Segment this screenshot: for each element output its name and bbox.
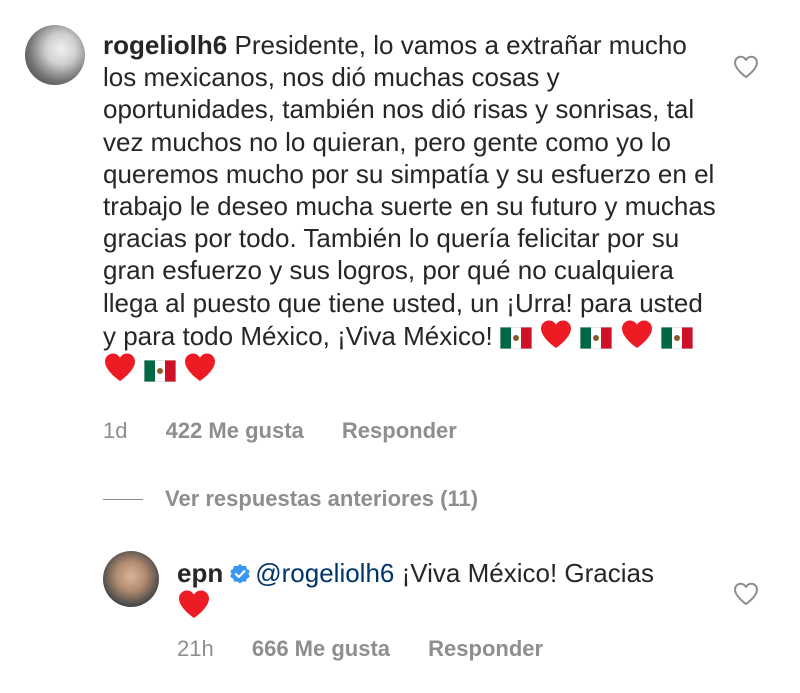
red-heart-icon — [541, 320, 572, 348]
red-heart-icon — [105, 353, 135, 382]
mention-link[interactable]: @rogeliolh6 — [255, 558, 394, 588]
likes-count[interactable]: 422 Me gusta — [166, 418, 304, 443]
view-replies-label[interactable]: Ver respuestas anteriores (11) — [165, 486, 478, 512]
heart-outline-icon[interactable] — [733, 582, 759, 606]
comment-text: ¡Viva México! Gracias — [394, 558, 654, 588]
likes-count[interactable]: 666 Me gusta — [252, 636, 390, 661]
verified-badge-icon — [230, 564, 250, 584]
red-heart-icon — [621, 320, 652, 348]
comment-body: epn @rogeliolh6 ¡Viva México! Gracias — [177, 557, 697, 622]
reply-button[interactable]: Responder — [428, 636, 543, 661]
comment-text: Presidente, lo vamos a extrañar mucho lo… — [103, 30, 724, 351]
comment-time: 1d — [103, 418, 128, 443]
comment-username[interactable]: epn — [177, 558, 223, 588]
mexico-flag-icon — [144, 360, 177, 383]
mexico-flag-icon — [499, 326, 532, 349]
comment-username[interactable]: rogeliolh6 — [103, 30, 227, 60]
avatar[interactable] — [103, 551, 159, 607]
comment-body: rogeliolh6 Presidente, lo vamos a extrañ… — [103, 29, 723, 385]
mexico-flag-icon — [660, 326, 693, 349]
comment-time: 21h — [177, 636, 214, 661]
red-heart-icon — [185, 353, 216, 382]
comment-meta: 21h 666 Me gusta Responder — [177, 636, 575, 662]
mexico-flag-icon — [580, 326, 613, 349]
divider — [103, 498, 143, 500]
heart-outline-icon[interactable] — [733, 55, 759, 79]
comment-meta: 1d 422 Me gusta Responder — [103, 418, 489, 444]
view-previous-replies[interactable]: Ver respuestas anteriores (11) — [103, 486, 478, 512]
red-heart-icon — [179, 590, 209, 619]
avatar[interactable] — [25, 25, 85, 85]
reply-button[interactable]: Responder — [342, 418, 457, 443]
